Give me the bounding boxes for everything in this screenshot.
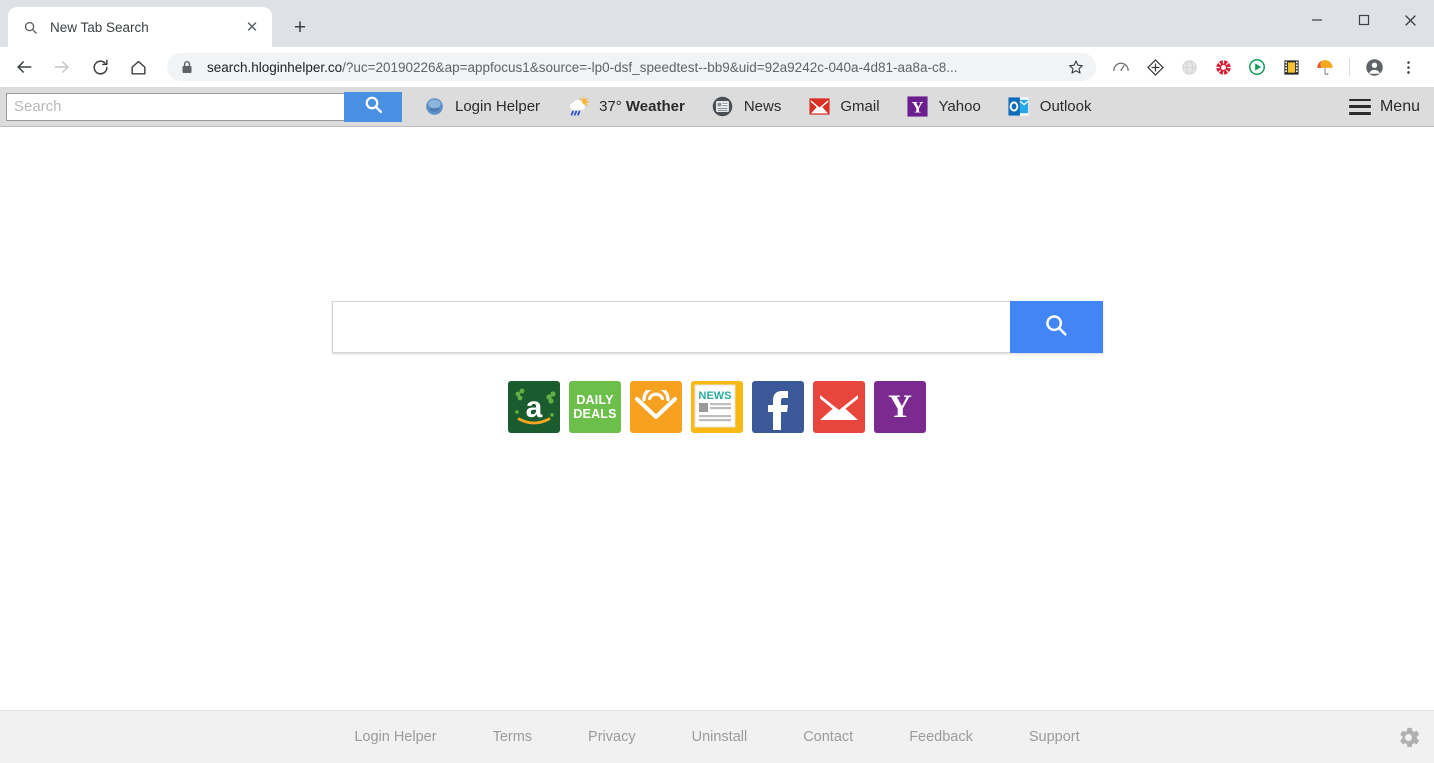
browser-tab[interactable]: New Tab Search ✕ (8, 7, 272, 47)
tile-label: Y (888, 388, 912, 425)
lock-icon (181, 60, 194, 74)
url-path: /?uc=20190226&ap=appfocus1&source=-lp0-d… (342, 59, 958, 75)
footer-links: Login Helper Terms Privacy Uninstall Con… (326, 729, 1107, 745)
footer-link-privacy[interactable]: Privacy (588, 729, 636, 745)
outlook-o-icon (1007, 95, 1031, 119)
tile-label-line1: DAILY (576, 393, 614, 407)
toolbar-item-label: Gmail (840, 98, 880, 115)
search-icon (22, 19, 39, 36)
yahoo-y-icon: Y (906, 95, 930, 119)
weather-rain-sun-icon (566, 95, 590, 119)
window-controls (1293, 0, 1434, 40)
diamond-arrows-icon[interactable] (1142, 54, 1168, 80)
tile-news[interactable]: NEWS (691, 381, 743, 433)
extension-icons (1104, 54, 1425, 80)
toolbar-item-news[interactable]: News (711, 95, 782, 119)
home-icon[interactable] (123, 52, 153, 82)
gmail-envelope-icon (807, 95, 831, 119)
search-icon (363, 94, 384, 120)
tile-gmail[interactable] (813, 381, 865, 433)
search-icon (1043, 312, 1069, 343)
forward-arrow-icon (47, 52, 77, 82)
svg-text:Y: Y (912, 97, 924, 116)
maximize-icon[interactable] (1340, 0, 1387, 40)
toolbar-search-button[interactable] (344, 91, 402, 122)
footer-link-contact[interactable]: Contact (803, 729, 853, 745)
red-circle-icon[interactable] (1210, 54, 1236, 80)
toolbar-items: Login Helper 37° Weather News Gmail Y Ya… (422, 95, 1349, 119)
toolbar-item-label: Login Helper (455, 98, 541, 115)
back-arrow-icon[interactable] (9, 52, 39, 82)
toolbar-item-label: News (743, 98, 782, 115)
reload-icon[interactable] (85, 52, 115, 82)
toolbar-search-group: Search (6, 91, 402, 122)
url-host: search.hloginhelper.co (207, 59, 343, 75)
new-tab-button[interactable]: + (286, 13, 314, 41)
toolbar-item-yahoo[interactable]: Y Yahoo (906, 95, 981, 119)
toolbar-item-label: Yahoo (938, 98, 981, 115)
main-search-input[interactable] (331, 301, 1010, 353)
toolbar-divider (1349, 58, 1350, 76)
toolbar-item-label: Outlook (1039, 98, 1092, 115)
toolbar-item-login-helper[interactable]: Login Helper (422, 95, 540, 119)
shortcut-tiles: a DAILY DEALS NEWS Y (508, 381, 926, 433)
main-search-group (331, 301, 1103, 353)
browser-nav-bar: search.hloginhelper.co/?uc=20190226&ap=a… (0, 47, 1434, 87)
news-circle-icon (711, 95, 735, 119)
url-display: search.hloginhelper.co/?uc=20190226&ap=a… (207, 60, 1060, 75)
browser-title-bar: New Tab Search ✕ + (0, 0, 1434, 47)
page-content: a DAILY DEALS NEWS Y (0, 127, 1434, 710)
minimize-icon[interactable] (1293, 0, 1340, 40)
tile-facebook[interactable] (752, 381, 804, 433)
svg-text:NEWS: NEWS (699, 390, 732, 402)
footer-link-feedback[interactable]: Feedback (909, 729, 973, 745)
weather-temperature: 37° (599, 98, 622, 115)
search-area: a DAILY DEALS NEWS Y (0, 301, 1434, 433)
footer-link-support[interactable]: Support (1029, 729, 1080, 745)
extension-toolbar: Search Login Helper 37° Weather News Gma… (0, 87, 1434, 127)
svg-text:a: a (526, 391, 543, 424)
main-search-button[interactable] (1009, 301, 1103, 353)
umbrella-icon[interactable] (1312, 54, 1338, 80)
toolbar-item-outlook[interactable]: Outlook (1007, 95, 1092, 119)
toolbar-item-label: 37° Weather (599, 98, 685, 115)
toolbar-search-input[interactable]: Search (6, 92, 344, 121)
footer-link-terms[interactable]: Terms (493, 729, 532, 745)
footer-link-uninstall[interactable]: Uninstall (692, 729, 748, 745)
close-icon[interactable]: ✕ (242, 17, 262, 37)
green-play-icon[interactable] (1244, 54, 1270, 80)
tile-label-line2: DEALS (573, 407, 617, 421)
hamburger-icon (1348, 98, 1371, 115)
gear-icon[interactable] (1394, 723, 1422, 751)
toolbar-menu-label: Menu (1379, 97, 1420, 115)
address-bar[interactable]: search.hloginhelper.co/?uc=20190226&ap=a… (167, 53, 1096, 81)
star-icon[interactable] (1068, 59, 1084, 75)
toolbar-menu-button[interactable]: Menu (1348, 97, 1420, 116)
tile-amazon[interactable]: a (508, 381, 560, 433)
toolbar-item-weather[interactable]: 37° Weather (566, 95, 685, 119)
tile-audible[interactable] (630, 381, 682, 433)
film-strip-icon[interactable] (1278, 54, 1304, 80)
tile-yahoo[interactable]: Y (874, 381, 926, 433)
close-icon[interactable] (1387, 0, 1434, 40)
tile-daily-deals[interactable]: DAILY DEALS (569, 381, 621, 433)
account-avatar-icon[interactable] (1361, 54, 1387, 80)
tab-title: New Tab Search (50, 19, 149, 35)
three-dot-menu-icon[interactable] (1395, 54, 1421, 80)
toolbar-item-gmail[interactable]: Gmail (807, 95, 880, 119)
weather-name: Weather (625, 98, 685, 115)
globe-icon[interactable] (1176, 54, 1202, 80)
page-footer: Login Helper Terms Privacy Uninstall Con… (0, 710, 1434, 763)
footer-link-login-helper[interactable]: Login Helper (354, 729, 436, 745)
speedometer-icon[interactable] (1108, 54, 1134, 80)
login-helper-orb-icon (422, 95, 446, 119)
